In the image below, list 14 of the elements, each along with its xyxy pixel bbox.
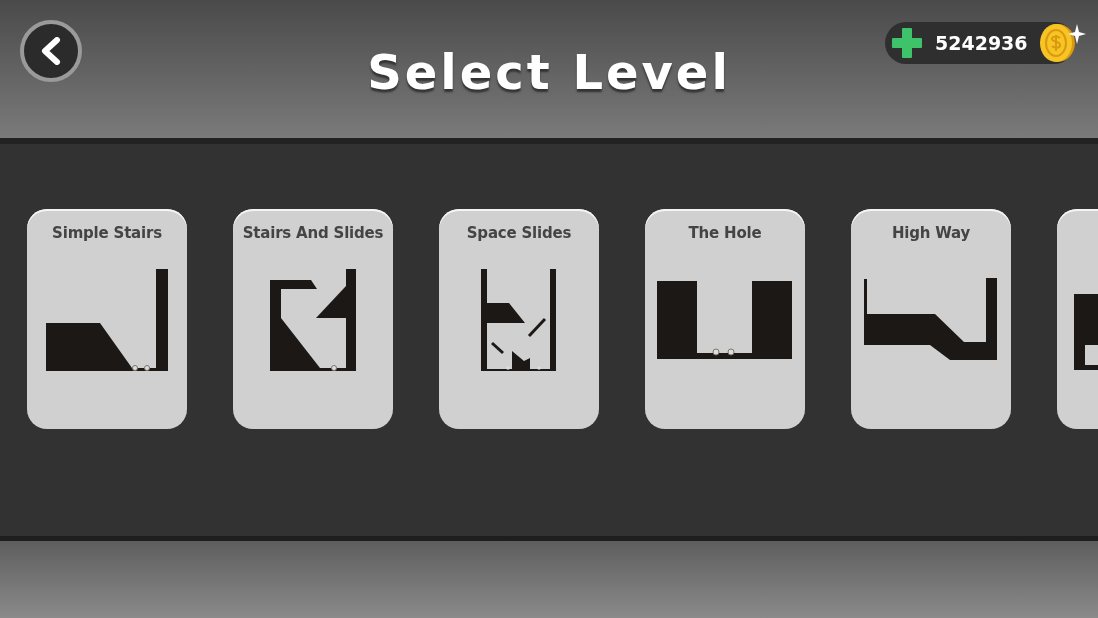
level-title: The Hole xyxy=(688,223,762,243)
plus-icon[interactable] xyxy=(891,27,923,59)
level-title: High Way xyxy=(891,223,971,243)
level-card[interactable]: The Hole xyxy=(645,209,805,429)
level-title: Stairs And Slides xyxy=(242,223,384,243)
level-card[interactable]: Space Slides xyxy=(439,209,599,429)
level-card[interactable]: High Way xyxy=(851,209,1011,429)
chevron-left-icon xyxy=(39,37,63,65)
screen-title: Select Level xyxy=(367,43,731,102)
coin-count: 5242936 xyxy=(935,32,1028,54)
level-card[interactable]: Stairs And Slides xyxy=(233,209,393,429)
level-card[interactable]: Simple Stairs xyxy=(27,209,187,429)
level-title: Space Slides xyxy=(466,223,572,243)
level-title: Simple Stairs xyxy=(52,223,162,243)
